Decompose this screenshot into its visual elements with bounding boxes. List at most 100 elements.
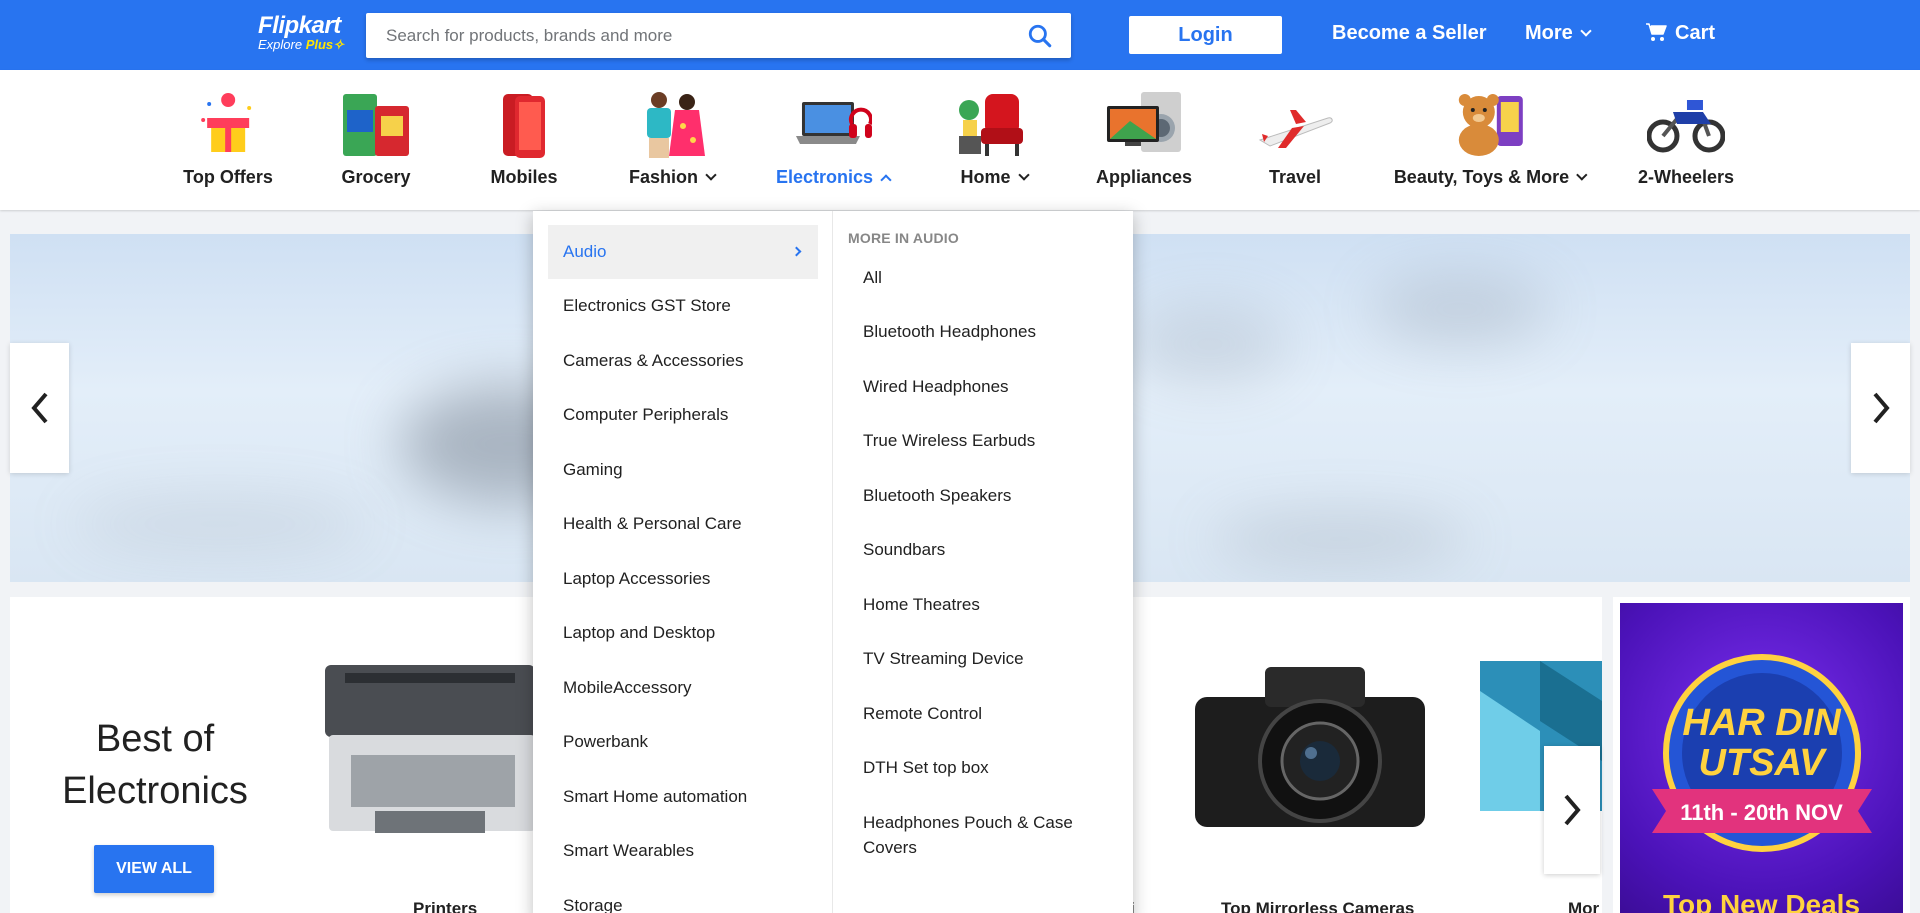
cart-label: Cart (1675, 22, 1716, 44)
search-input[interactable] (366, 13, 1006, 58)
category-label: Electronics (776, 167, 892, 188)
category-appliances[interactable]: Appliances (1096, 90, 1192, 188)
gift-icon (189, 90, 267, 158)
category-label: 2-Wheelers (1637, 167, 1735, 187)
chevron-up-icon (880, 174, 892, 186)
dropdown-item-audio[interactable]: Audio (548, 225, 818, 279)
cart-link[interactable]: Cart (1645, 22, 1715, 45)
dropdown-item[interactable]: Cameras & Accessories (548, 334, 818, 388)
subcategory-item[interactable]: All (863, 265, 1113, 290)
motorbike-icon (1646, 90, 1726, 158)
dropdown-item[interactable]: Storage (548, 879, 818, 913)
subcategory-item[interactable]: DTH Set top box (863, 755, 1113, 780)
logo-name: Flipkart (258, 12, 341, 39)
subcategory-item[interactable]: Soundbars (863, 537, 1113, 562)
dropdown-subcategories: MORE IN AUDIO All Bluetooth Headphones W… (833, 211, 1133, 913)
subcategory-item[interactable]: Headphones Pouch & Case Covers (863, 810, 1113, 860)
category-fashion[interactable]: Fashion (629, 90, 717, 188)
subcategory-item[interactable]: TV Streaming Device (863, 646, 1113, 671)
chevron-down-icon (1580, 25, 1592, 37)
product-label: Top Mirrorless Cameras (1221, 899, 1415, 913)
more-label: More (1525, 22, 1573, 44)
subcategory-item[interactable]: Bluetooth Speakers (863, 483, 1113, 508)
camera-image[interactable] (1185, 657, 1435, 837)
dropdown-item[interactable]: Computer Peripherals (548, 388, 818, 442)
appliances-icon (1105, 90, 1183, 158)
cart-icon (1646, 22, 1667, 41)
search-bar (366, 13, 1071, 58)
category-label: Home (955, 167, 1033, 188)
electronics-dropdown: Audio Electronics GST Store Cameras & Ac… (533, 211, 1133, 913)
subcategory-item[interactable]: Home Theatres (863, 592, 1113, 617)
promo-footer: Top New Deals (1662, 889, 1861, 913)
category-label: Top Offers (183, 167, 273, 187)
subcategory-heading: MORE IN AUDIO (848, 230, 959, 246)
flipkart-logo[interactable]: Flipkart Explore Plus✧ (258, 12, 344, 53)
promo-banner: HAR DIN UTSAV 11th - 20th NOV Top New De… (1620, 603, 1903, 913)
airplane-icon (1256, 90, 1334, 158)
chevron-right-icon (1564, 794, 1581, 826)
subcategory-item[interactable]: Remote Control (863, 701, 1113, 726)
banner-blur-shape (1130, 304, 1290, 384)
category-travel[interactable]: Travel (1256, 90, 1334, 188)
chevron-left-icon (30, 392, 48, 424)
login-button[interactable]: Login (1129, 16, 1282, 54)
promo-dates: 11th - 20th NOV (1680, 800, 1843, 825)
dropdown-item[interactable]: Laptop and Desktop (548, 606, 818, 660)
chair-icon (955, 90, 1033, 158)
dropdown-item[interactable]: Gaming (548, 443, 818, 497)
subcategory-item[interactable]: True Wireless Earbuds (863, 428, 1113, 453)
subcategory-item[interactable]: Bluetooth Headphones (863, 319, 1113, 344)
category-mobiles[interactable]: Mobiles (485, 90, 563, 188)
chevron-down-icon (1017, 169, 1030, 181)
view-all-button[interactable]: VIEW ALL (94, 845, 214, 893)
promo-title: HAR DIN UTSAV (1682, 702, 1841, 784)
chevron-down-icon (705, 169, 717, 181)
dropdown-item[interactable]: Powerbank (548, 715, 818, 769)
category-grocery[interactable]: Grocery (337, 90, 415, 188)
become-seller-link[interactable]: Become a Seller (1332, 22, 1487, 45)
banner-next-button[interactable] (1851, 343, 1910, 473)
product-label: Mor (1568, 899, 1600, 913)
dropdown-item[interactable]: Smart Home automation (548, 770, 818, 824)
category-label: Beauty, Toys & More (1394, 167, 1588, 188)
plus-star-icon: ✧ (333, 37, 345, 52)
dropdown-item[interactable]: Laptop Accessories (548, 552, 818, 606)
subcategory-item[interactable]: Wired Headphones (863, 374, 1113, 399)
top-header: Flipkart Explore Plus✧ Login Become a Se… (0, 0, 1920, 70)
dropdown-item[interactable]: Health & Personal Care (548, 497, 818, 551)
mobile-icon (485, 90, 563, 158)
category-label: Appliances (1095, 167, 1193, 187)
banner-prev-button[interactable] (10, 343, 69, 473)
product-label: Printers (413, 899, 478, 913)
category-bar: Top Offers Grocery Mobiles Fashion Elect… (0, 70, 1920, 210)
dropdown-item[interactable]: MobileAccessory (548, 661, 818, 715)
grocery-icon (337, 90, 415, 158)
category-home[interactable]: Home (955, 90, 1033, 188)
category-2-wheelers[interactable]: 2-Wheelers (1638, 90, 1734, 188)
products-next-button[interactable] (1544, 746, 1600, 874)
category-top-offers[interactable]: Top Offers (183, 90, 273, 188)
category-label: Grocery (341, 167, 411, 187)
category-beauty-toys[interactable]: Beauty, Toys & More (1394, 90, 1588, 188)
teddy-icon (1451, 90, 1529, 158)
section-title: Best of Electronics (62, 718, 248, 812)
chevron-right-icon (1872, 392, 1890, 424)
chevron-down-icon (1576, 169, 1588, 181)
banner-blur-shape (1210, 514, 1470, 564)
dropdown-item[interactable]: Smart Wearables (548, 824, 818, 878)
chevron-right-icon (791, 246, 802, 257)
banner-blur-shape (1370, 274, 1550, 344)
category-label: Travel (1268, 167, 1322, 187)
dropdown-item[interactable]: Electronics GST Store (548, 279, 818, 333)
more-menu[interactable]: More (1525, 22, 1592, 45)
promo-card[interactable]: HAR DIN UTSAV 11th - 20th NOV Top New De… (1613, 597, 1910, 913)
category-label: Fashion (629, 167, 717, 188)
printer-image[interactable] (315, 651, 545, 851)
category-electronics[interactable]: Electronics (776, 90, 892, 188)
category-label: Mobiles (490, 167, 558, 187)
logo-tagline: Explore Plus✧ (258, 37, 345, 52)
banner-blur-shape (70, 494, 370, 554)
search-icon[interactable] (1027, 23, 1053, 49)
laptop-icon (794, 90, 873, 158)
